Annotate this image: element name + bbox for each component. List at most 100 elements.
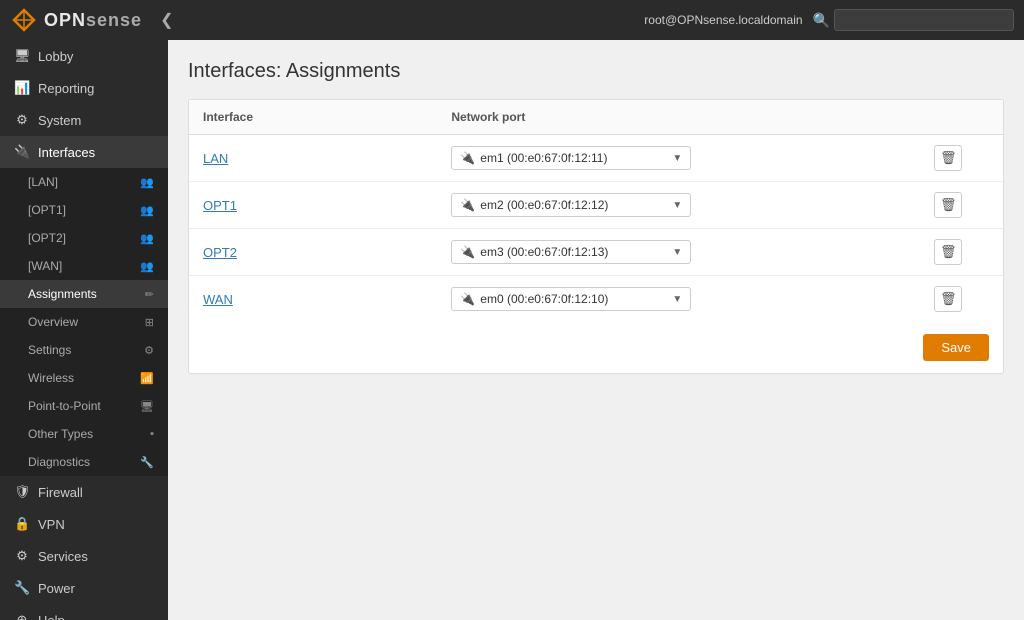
diagnostics-icon: 🔧 (140, 456, 154, 469)
help-icon: ⊕ (14, 612, 30, 620)
delete-cell: 🗑 (920, 229, 1003, 276)
search-icon[interactable]: 🔍 (813, 12, 830, 29)
wireless-icon: 📶 (140, 372, 154, 385)
sidebar-item-reporting[interactable]: 📊 Reporting (0, 72, 168, 104)
sidebar-item-interfaces[interactable]: 🔌 Interfaces (0, 136, 168, 168)
port-left: 🔌 em2 (00:e0:67:0f:12:12) (460, 198, 608, 212)
port-icon: 🔌 (460, 245, 475, 259)
sidebar-subitem-wan[interactable]: [WAN] 👥 (0, 252, 168, 280)
subitem-label: Point-to-Point (28, 399, 134, 413)
port-text: em1 (00:e0:67:0f:12:11) (480, 151, 607, 165)
sidebar-item-label: Lobby (38, 49, 154, 64)
port-icon: 🔌 (460, 292, 475, 306)
table-row: LAN 🔌em1 (00:e0:67:0f:12:11) ▼ 🗑 (189, 135, 1003, 182)
table-row: OPT1 🔌 em2 (00:e0:67:0f:12:12) ▼ 🗑 (189, 182, 1003, 229)
vpn-icon: 🔒 (14, 516, 30, 532)
interface-link[interactable]: WAN (203, 292, 233, 307)
subitem-label: Wireless (28, 371, 134, 385)
subitem-label: [LAN] (28, 175, 134, 189)
interface-cell: LAN (189, 135, 437, 182)
network-port-cell: 🔌em1 (00:e0:67:0f:12:11) ▼ (437, 135, 920, 182)
port-select[interactable]: 🔌 em2 (00:e0:67:0f:12:12) ▼ (451, 193, 691, 217)
settings-icon: ⚙ (144, 344, 154, 357)
sidebar-item-label: Interfaces (38, 145, 154, 160)
sidebar-item-help[interactable]: ⊕ Help (0, 604, 168, 620)
network-port-cell: 🔌 em2 (00:e0:67:0f:12:12) ▼ (437, 182, 920, 229)
wan-icon: 👥 (140, 260, 154, 273)
subitem-label: Diagnostics (28, 455, 134, 469)
interface-cell: OPT2 (189, 229, 437, 276)
sidebar-item-label: Reporting (38, 81, 154, 96)
delete-button[interactable]: 🗑 (934, 145, 962, 171)
port-left: 🔌em1 (00:e0:67:0f:12:11) (460, 151, 607, 165)
sidebar-subitem-opt1[interactable]: [OPT1] 👥 (0, 196, 168, 224)
subitem-label: [OPT1] (28, 203, 134, 217)
sidebar-subitem-lan[interactable]: [LAN] 👥 (0, 168, 168, 196)
port-select[interactable]: 🔌em0 (00:e0:67:0f:12:10) ▼ (451, 287, 691, 311)
search-input[interactable] (834, 9, 1014, 31)
interface-cell: OPT1 (189, 182, 437, 229)
port-left: 🔌em0 (00:e0:67:0f:12:10) (460, 292, 608, 306)
collapse-button[interactable]: ❮ (152, 6, 181, 34)
sidebar-subitem-assignments[interactable]: Assignments ✏ (0, 280, 168, 308)
lan-icon: 👥 (140, 176, 154, 189)
system-icon: ⚙ (14, 112, 30, 128)
col-network-port: Network port (437, 100, 920, 135)
port-text: em3 (00:e0:67:0f:12:13) (480, 245, 608, 259)
power-icon: 🔧 (14, 580, 30, 596)
delete-button[interactable]: 🗑 (934, 239, 962, 265)
logo-icon (10, 6, 38, 34)
assignments-card: Interface Network port LAN🔌em1 (00:e0:67… (188, 99, 1004, 374)
port-text: em2 (00:e0:67:0f:12:12) (480, 198, 608, 212)
sidebar-subitem-point-to-point[interactable]: Point-to-Point 🖥 (0, 392, 168, 420)
overview-icon: ⊞ (145, 316, 154, 329)
sidebar-subitem-overview[interactable]: Overview ⊞ (0, 308, 168, 336)
subitem-label: Assignments (28, 287, 139, 301)
chevron-down-icon: ▼ (672, 200, 682, 211)
layout: 🖥 Lobby 📊 Reporting ⚙ System 🔌 Interface… (0, 40, 1024, 620)
sidebar-item-label: Power (38, 581, 154, 596)
save-button[interactable]: Save (923, 334, 989, 361)
sidebar-item-vpn[interactable]: 🔒 VPN (0, 508, 168, 540)
port-select[interactable]: 🔌em1 (00:e0:67:0f:12:11) ▼ (451, 146, 691, 170)
sidebar-item-power[interactable]: 🔧 Power (0, 572, 168, 604)
page-title: Interfaces: Assignments (188, 60, 1004, 83)
chevron-down-icon: ▼ (672, 294, 682, 305)
sidebar: 🖥 Lobby 📊 Reporting ⚙ System 🔌 Interface… (0, 40, 168, 620)
delete-button[interactable]: 🗑 (934, 286, 962, 312)
port-select[interactable]: 🔌em3 (00:e0:67:0f:12:13)▼ (451, 240, 691, 264)
sidebar-subitem-other-types[interactable]: Other Types ▪ (0, 420, 168, 448)
opt1-icon: 👥 (140, 204, 154, 217)
table-row: WAN 🔌em0 (00:e0:67:0f:12:10) ▼ 🗑 (189, 276, 1003, 323)
user-display: root@OPNsense.localdomain (644, 13, 802, 27)
sidebar-item-system[interactable]: ⚙ System (0, 104, 168, 136)
subitem-label: Settings (28, 343, 138, 357)
subitem-label: [WAN] (28, 259, 134, 273)
sidebar-subitem-settings[interactable]: Settings ⚙ (0, 336, 168, 364)
interfaces-submenu: [LAN] 👥 [OPT1] 👥 [OPT2] 👥 [WAN] 👥 Assign… (0, 168, 168, 476)
col-interface: Interface (189, 100, 437, 135)
sidebar-item-lobby[interactable]: 🖥 Lobby (0, 40, 168, 72)
interface-link[interactable]: OPT1 (203, 198, 237, 213)
interface-link[interactable]: LAN (203, 151, 228, 166)
sidebar-item-firewall[interactable]: 🛡 Firewall (0, 476, 168, 508)
delete-button[interactable]: 🗑 (934, 192, 962, 218)
subitem-label: [OPT2] (28, 231, 134, 245)
navbar: OPNsense ❮ root@OPNsense.localdomain 🔍 (0, 0, 1024, 40)
sidebar-subitem-diagnostics[interactable]: Diagnostics 🔧 (0, 448, 168, 476)
opt2-icon: 👥 (140, 232, 154, 245)
interface-link[interactable]: OPT2 (203, 245, 237, 260)
assignments-table: Interface Network port LAN🔌em1 (00:e0:67… (189, 100, 1003, 322)
port-icon: 🔌 (460, 198, 475, 212)
network-port-cell: 🔌em3 (00:e0:67:0f:12:13)▼ (437, 229, 920, 276)
sidebar-item-services[interactable]: ⚙ Services (0, 540, 168, 572)
delete-cell: 🗑 (920, 135, 1003, 182)
chevron-down-icon: ▼ (672, 153, 682, 164)
sidebar-subitem-opt2[interactable]: [OPT2] 👥 (0, 224, 168, 252)
sidebar-subitem-wireless[interactable]: Wireless 📶 (0, 364, 168, 392)
port-left: 🔌 em3 (00:e0:67:0f:12:13) (460, 245, 608, 259)
delete-cell: 🗑 (920, 182, 1003, 229)
firewall-icon: 🛡 (14, 484, 30, 500)
reporting-icon: 📊 (14, 80, 30, 96)
navbar-right: root@OPNsense.localdomain 🔍 (644, 9, 1014, 31)
